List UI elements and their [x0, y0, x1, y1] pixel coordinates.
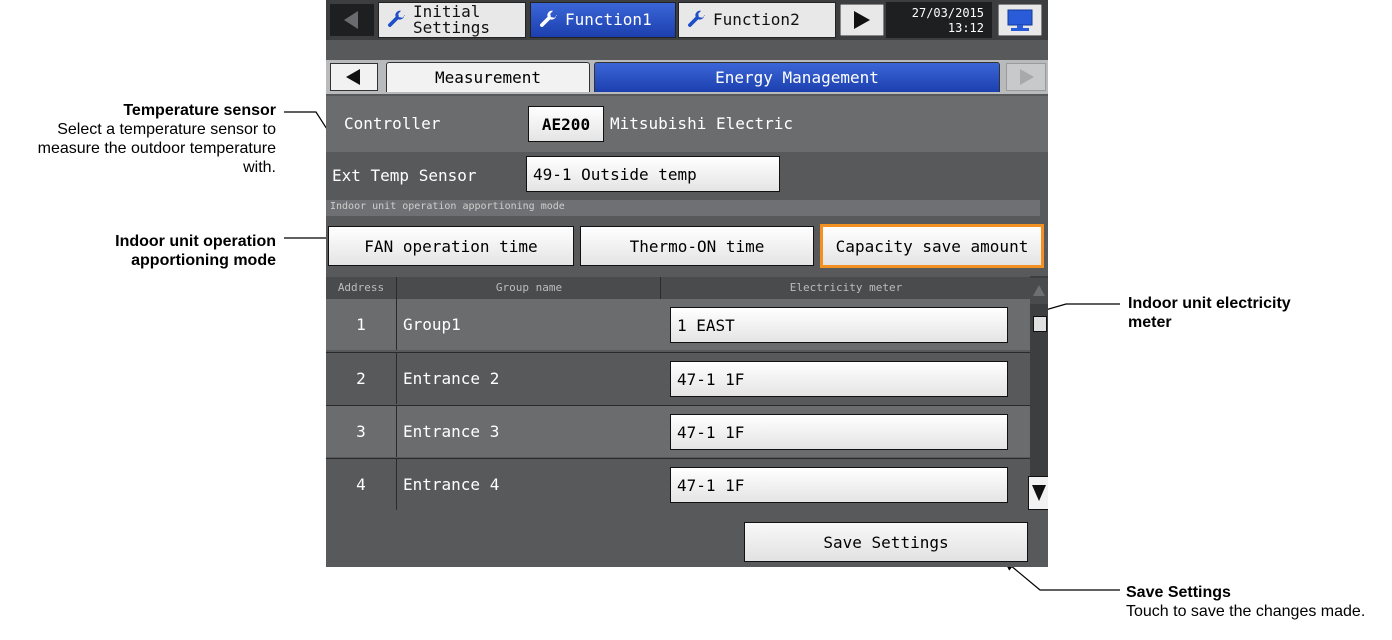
- header-group-name: Group name: [396, 277, 661, 299]
- sub-tab-next-icon[interactable]: [1006, 63, 1046, 91]
- row-address: 2: [356, 369, 366, 388]
- electricity-meter-button[interactable]: 47-1 1F: [670, 361, 1008, 397]
- tab-energy-management[interactable]: Energy Management: [594, 62, 1000, 92]
- top-bar: Initial Settings Function1 Function2 27/…: [326, 0, 1048, 40]
- tab-label: Function2: [713, 10, 800, 29]
- scroll-up-icon[interactable]: [1030, 278, 1048, 304]
- row-group-name: Entrance 2: [396, 353, 660, 404]
- electricity-meter-button[interactable]: 47-1 1F: [670, 467, 1008, 503]
- tab-measurement[interactable]: Measurement: [386, 62, 590, 92]
- ext-temp-value: 49-1 Outside temp: [533, 164, 697, 184]
- capacity-save-amount-button[interactable]: Capacity save amount: [820, 224, 1044, 268]
- controller-screen: Initial Settings Function1 Function2 27/…: [326, 0, 1048, 567]
- save-settings-button[interactable]: Save Settings: [744, 522, 1028, 562]
- sub-tab-bar: Measurement Energy Management: [326, 60, 1048, 94]
- row-address: 3: [356, 422, 366, 441]
- scroll-thumb[interactable]: [1033, 316, 1047, 332]
- controller-row: Controller AE200 Mitsubishi Electric: [326, 96, 1048, 152]
- apportion-section-label: Indoor unit operation apportioning mode: [330, 201, 565, 212]
- controller-maker: Mitsubishi Electric: [610, 114, 794, 133]
- subtab-label: Energy Management: [715, 68, 879, 87]
- scroll-down-icon[interactable]: [1028, 476, 1048, 510]
- apportion-section-header: Indoor unit operation apportioning mode: [326, 196, 1048, 222]
- controller-label: Controller: [344, 114, 441, 133]
- ext-temp-row: Ext Temp Sensor 49-1 Outside temp: [326, 152, 1048, 196]
- electricity-meter-button[interactable]: 47-1 1F: [670, 414, 1008, 450]
- option-label: Thermo-ON time: [629, 236, 765, 256]
- meter-value: 47-1 1F: [677, 475, 745, 495]
- thermo-on-time-button[interactable]: Thermo-ON time: [580, 226, 814, 266]
- meter-value: 47-1 1F: [677, 422, 745, 442]
- option-label: FAN operation time: [364, 236, 538, 256]
- option-label: Capacity save amount: [835, 236, 1029, 256]
- next-page-icon[interactable]: [840, 4, 884, 36]
- ext-temp-sensor-button[interactable]: 49-1 Outside temp: [526, 156, 780, 192]
- table-row: 4 Entrance 4 47-1 1F: [326, 458, 1040, 510]
- tab-function1[interactable]: Function1: [530, 2, 676, 38]
- wrench-icon: [540, 10, 558, 27]
- meter-value: 47-1 1F: [677, 369, 745, 389]
- tab-initial-settings[interactable]: Initial Settings: [378, 2, 526, 38]
- electricity-meter-button[interactable]: 1 EAST: [670, 307, 1008, 343]
- tab-label: Function1: [565, 10, 652, 29]
- row-address: 4: [356, 475, 366, 494]
- meter-value: 1 EAST: [677, 315, 735, 335]
- date-time-display: 27/03/2015 13:12: [886, 2, 992, 38]
- row-group-name: Group1: [396, 299, 660, 350]
- tab-function2[interactable]: Function2: [678, 2, 836, 38]
- tab-label: Initial Settings: [413, 2, 491, 37]
- fan-operation-time-button[interactable]: FAN operation time: [328, 226, 574, 266]
- ext-temp-label: Ext Temp Sensor: [332, 166, 477, 185]
- wrench-icon: [688, 10, 706, 27]
- previous-page-icon[interactable]: [330, 4, 374, 36]
- controller-model-field: AE200: [528, 106, 604, 142]
- table-row: 1 Group1 1 EAST: [326, 299, 1040, 350]
- subtab-label: Measurement: [435, 68, 541, 87]
- monitor-icon[interactable]: [998, 4, 1042, 36]
- apportion-row: FAN operation time Thermo-ON time Capaci…: [326, 222, 1048, 272]
- row-group-name: Entrance 3: [396, 406, 660, 457]
- table-header: Address Group name Electricity meter: [326, 277, 1040, 299]
- table-row: 3 Entrance 3 47-1 1F: [326, 405, 1040, 457]
- row-address: 1: [356, 315, 366, 334]
- save-settings-label: Save Settings: [823, 532, 949, 552]
- sub-tab-prev-icon[interactable]: [330, 63, 378, 91]
- header-address: Address: [337, 281, 385, 294]
- header-electricity-meter: Electricity meter: [660, 277, 1031, 299]
- scrollbar[interactable]: [1028, 276, 1048, 510]
- row-group-name: Entrance 4: [396, 459, 660, 510]
- table-row: 2 Entrance 2 47-1 1F: [326, 352, 1040, 404]
- controller-model: AE200: [541, 114, 591, 134]
- wrench-icon: [388, 10, 406, 27]
